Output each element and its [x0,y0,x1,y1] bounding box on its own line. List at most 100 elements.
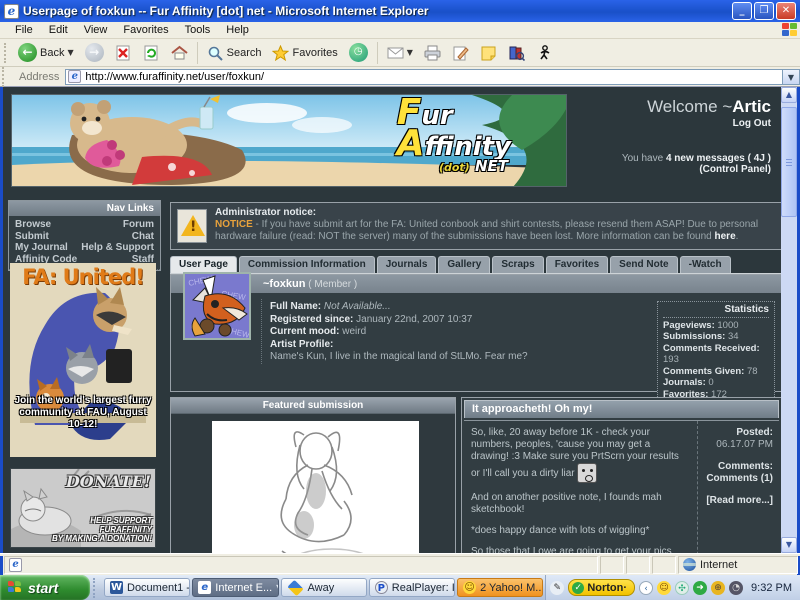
tab-journals[interactable]: Journals [376,256,437,273]
realplayer-icon: P [374,581,388,594]
nav-item-chat[interactable]: Chat [81,231,154,243]
read-more-link[interactable]: [Read more...] [706,495,773,506]
address-dropdown-button[interactable]: ▼ [783,68,800,85]
home-button[interactable] [167,43,192,63]
addressbar-grip[interactable] [2,66,7,87]
window-titlebar: e Userpage of foxkun -- Fur Affinity [do… [0,0,800,22]
restore-button[interactable]: ❐ [754,2,774,20]
messenger-note-button[interactable] [476,43,501,63]
nav-links-panel: Nav Links Browse Submit My Journal Affin… [8,200,161,271]
task-realplayer[interactable]: P RealPlayer: I... [368,578,456,597]
mood-value: weird [342,326,367,337]
nav-item-my-journal[interactable]: My Journal [15,242,81,254]
statistics-title: Statistics [663,304,769,318]
tray-pen-icon[interactable]: ✎ [550,580,565,595]
print-icon [424,45,441,61]
start-button[interactable]: start [0,575,90,600]
clock: 9:32 PM [751,581,793,594]
messages-line[interactable]: You have 4 new messages ( 4J ) [441,153,771,164]
nav-item-submit[interactable]: Submit [15,231,81,243]
tab-user-page[interactable]: User Page [170,256,237,273]
tray-smiley-icon[interactable]: ☺ [657,580,672,595]
featured-submission-image[interactable] [212,421,419,553]
nav-item-help-support[interactable]: Help & Support [81,242,154,254]
tray-collapse-chevron-icon[interactable]: ‹ [639,580,654,595]
avatar[interactable]: CHEW CHEW CHEW CHEW [183,272,251,340]
menu-edit[interactable]: Edit [42,23,75,37]
notice-here-link[interactable]: here [715,231,736,242]
task-yahoo-messenger[interactable]: ☺ 2 Yahoo! M... ▼ [457,578,544,597]
registered-value: January 22nd, 2007 10:37 [356,313,473,325]
menu-view[interactable]: View [77,23,115,37]
start-windows-flag-icon [8,581,23,594]
stat-pageviews: Pageviews: 1000 [663,319,739,331]
research-button[interactable] [504,43,529,63]
warning-icon [177,209,207,243]
task-document1[interactable]: W Document1 - ... [104,578,191,597]
history-button[interactable]: ◷ [345,41,372,64]
menu-file[interactable]: File [8,23,40,37]
tab-commission-information[interactable]: Commission Information [238,256,375,273]
address-input[interactable]: e http://www.furaffinity.net/user/foxkun… [65,68,783,85]
favorites-button[interactable]: Favorites [268,43,341,63]
comments-link[interactable]: Comments (1) [706,473,773,484]
tray-green-arrow-icon[interactable]: ➜ [693,580,708,595]
taskbar-grip[interactable] [93,577,101,598]
close-button[interactable]: ✕ [776,2,796,20]
mail-icon [387,45,404,61]
menu-favorites[interactable]: Favorites [116,23,175,37]
nav-item-browse[interactable]: Browse [15,219,81,231]
norton-badge[interactable]: ✓ Norton· [568,579,636,596]
minimize-button[interactable]: _ [732,2,752,20]
menu-tools[interactable]: Tools [178,23,218,37]
shocked-emoticon [577,463,598,483]
print-button[interactable] [420,43,445,63]
task-away[interactable]: Away [280,578,367,597]
journal-meta: Posted: 06.17.07 PM Comments: Comments (1)… [697,421,779,553]
tab-send-note[interactable]: Send Note [610,256,678,273]
tab-gallery[interactable]: Gallery [438,256,491,273]
page-scrollbar[interactable]: ▲ ▼ [781,87,797,553]
nav-column-left: Browse Submit My Journal Affinity Code [15,219,81,265]
fa-united-caption: Join the world's largest furry community… [14,395,152,430]
username[interactable]: ~foxkun [263,278,305,290]
mail-button[interactable]: ▼ [383,43,417,63]
tab-watch[interactable]: -Watch [679,256,731,273]
refresh-button[interactable] [139,43,164,63]
status-zone-pane: Internet [678,555,798,574]
tab-favorites[interactable]: Favorites [545,256,609,273]
journal-body: So, like, 20 away before 1K - check your… [471,427,679,553]
status-pane-1 [600,555,624,574]
favorites-star-icon [272,44,290,61]
ie-icon: e [198,581,212,594]
search-button[interactable]: Search [203,43,266,63]
forward-button[interactable]: → [81,41,108,64]
tray-mouse-icon[interactable]: ✣ [675,580,690,595]
statistics-box: Statistics Pageviews: 1000 Submissions: … [657,301,775,405]
tray-misc-icon[interactable]: ◔ [729,580,744,595]
back-button[interactable]: ← Back ▼ [14,41,78,64]
scroll-thumb[interactable] [781,107,797,217]
aim-away-icon [286,579,304,596]
system-tray: ✎ ✓ Norton· ‹ ☺ ✣ ➜ ⊕ ◔ 9:32 PM [545,575,800,600]
fa-united-ad[interactable]: FA: United! Join the world's largest fur… [10,263,156,457]
control-panel-link[interactable]: (Control Panel) [441,164,771,175]
aim-button[interactable] [532,43,557,63]
scroll-down-button[interactable]: ▼ [781,537,797,553]
task-internet-explorer[interactable]: e Internet E... ▼ [192,578,279,597]
donate-ad[interactable]: DONATE! HELP SUPPORT FURAFFINITY BY MAKI… [10,468,156,548]
note-icon [480,45,497,61]
scroll-up-button[interactable]: ▲ [781,87,797,103]
window-title: Userpage of foxkun -- Fur Affinity [dot]… [23,4,429,18]
edit-button[interactable] [448,43,473,63]
tray-globe-icon[interactable]: ⊕ [711,580,726,595]
stop-button[interactable] [111,43,136,63]
menu-help[interactable]: Help [219,23,256,37]
status-main-pane: e [4,555,598,574]
donate-caption: HELP SUPPORT FURAFFINITY BY MAKING A DON… [52,516,152,543]
logout-link[interactable]: Log Out [441,118,771,129]
stat-comments-received: Comments Received: 193 [663,342,760,366]
tab-scraps[interactable]: Scraps [492,256,544,273]
nav-item-forum[interactable]: Forum [81,219,154,231]
toolbar-grip[interactable] [4,42,9,63]
